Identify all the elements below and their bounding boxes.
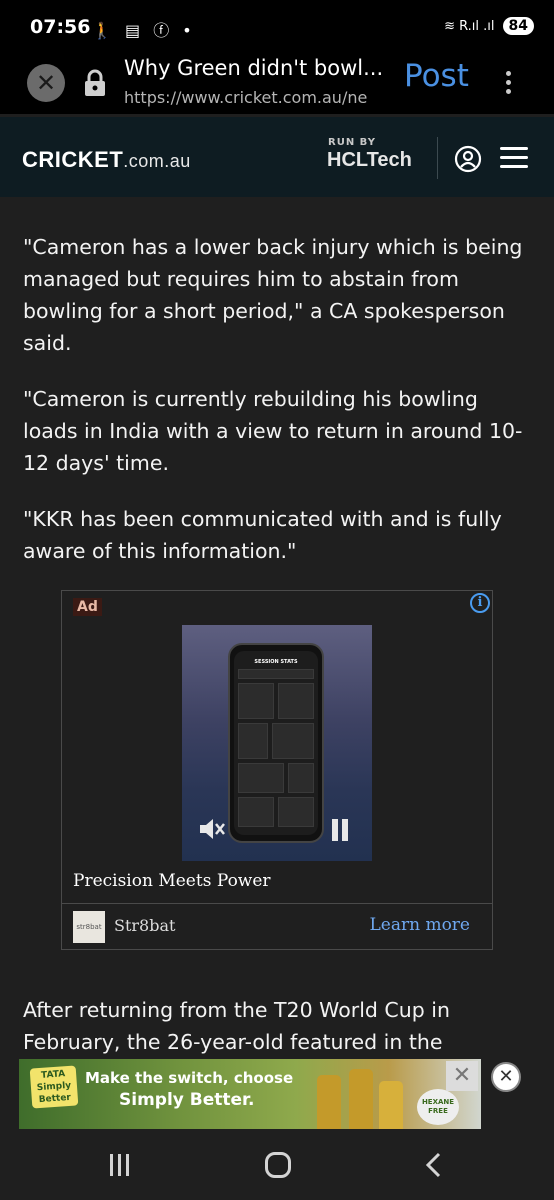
page-title[interactable]: Why Green didn't bowl... xyxy=(124,56,389,80)
pause-icon[interactable] xyxy=(332,819,352,841)
close-banner-button[interactable]: ✕ xyxy=(491,1062,521,1092)
ad-video[interactable]: SESSION STATS xyxy=(182,625,372,861)
logo-domain: .com.au xyxy=(123,151,191,171)
oil-bottle-image xyxy=(379,1081,403,1129)
ad-card[interactable]: Ad i SESSION STATS Precision Meets Power… xyxy=(61,590,493,950)
lock-icon[interactable] xyxy=(82,68,108,98)
recents-icon[interactable] xyxy=(110,1154,134,1176)
more-options-icon[interactable] xyxy=(500,68,516,98)
stat-tile xyxy=(238,669,314,679)
hexane-free-badge: HEXANE FREE xyxy=(417,1089,459,1125)
header-divider xyxy=(437,137,438,179)
article-paragraph: "KKR has been communicated with and is f… xyxy=(23,507,502,563)
mute-icon[interactable] xyxy=(198,817,226,841)
phone-screen-title: SESSION STATS xyxy=(254,659,298,665)
advertiser-logo[interactable]: str8bat xyxy=(73,911,105,943)
brand-logo: TATA Simply Better xyxy=(29,1065,79,1109)
stat-tile xyxy=(272,723,314,759)
stat-tile xyxy=(278,797,314,827)
stat-tile xyxy=(278,683,314,719)
article-paragraph: "Cameron has a lower back injury which i… xyxy=(23,235,523,355)
status-bar: 07:56 🚶 ▤ ⓕ • ≋ R.ıl .ıl 84 xyxy=(0,0,554,56)
phone-screen: SESSION STATS xyxy=(234,651,318,835)
site-header: CRICKET.com.au RUN BY HCLTech xyxy=(0,117,554,197)
ad-divider xyxy=(62,903,492,904)
phone-mockup: SESSION STATS xyxy=(228,643,324,843)
ad-headline[interactable]: Precision Meets Power xyxy=(73,871,271,891)
article-paragraph: After returning from the T20 World Cup i… xyxy=(23,998,450,1054)
banner-ad[interactable]: TATA Simply Better Make the switch, choo… xyxy=(19,1059,481,1129)
system-nav-bar xyxy=(0,1130,554,1200)
ad-choices-close-icon[interactable]: ✕ xyxy=(446,1061,478,1091)
ad-label: Ad xyxy=(73,598,102,616)
banner-line1: Make the switch, choose xyxy=(85,1069,294,1087)
run-by-label: RUN BY xyxy=(328,137,376,148)
stat-tile xyxy=(238,797,274,827)
ad-info-icon[interactable]: i xyxy=(470,593,490,613)
browser-toolbar: ✕ Why Green didn't bowl... https://www.c… xyxy=(0,56,554,114)
page-url[interactable]: https://www.cricket.com.au/ne xyxy=(124,88,389,107)
notification-icons: 🚶 ▤ ⓕ • xyxy=(92,21,196,40)
battery-indicator: 84 xyxy=(502,17,534,35)
stat-tile xyxy=(238,723,268,759)
post-button[interactable]: Post xyxy=(404,58,469,94)
home-icon[interactable] xyxy=(265,1152,291,1178)
signal-icon: ≋ R.ıl .ıl xyxy=(444,18,495,34)
status-right: ≋ R.ıl .ıl 84 xyxy=(444,17,534,35)
learn-more-link[interactable]: Learn more xyxy=(369,915,470,935)
stat-tile xyxy=(288,763,314,793)
close-tab-button[interactable]: ✕ xyxy=(27,64,65,102)
hamburger-menu-icon[interactable] xyxy=(500,147,528,171)
sponsor-logo[interactable]: HCLTech xyxy=(327,149,412,172)
site-logo[interactable]: CRICKET.com.au xyxy=(22,147,191,173)
advertiser-name[interactable]: Str8bat xyxy=(114,916,175,935)
back-icon[interactable] xyxy=(423,1152,445,1178)
banner-line2: Simply Better. xyxy=(119,1090,255,1110)
logo-main: CRICKET xyxy=(22,147,124,172)
status-time: 07:56 xyxy=(30,16,91,38)
article-paragraph: "Cameron is currently rebuilding his bow… xyxy=(23,387,523,475)
user-account-icon[interactable] xyxy=(454,145,482,173)
oil-bottle-image xyxy=(349,1069,373,1129)
stat-tile xyxy=(238,683,274,719)
oil-bottle-image xyxy=(317,1075,341,1129)
stat-tile xyxy=(238,763,284,793)
